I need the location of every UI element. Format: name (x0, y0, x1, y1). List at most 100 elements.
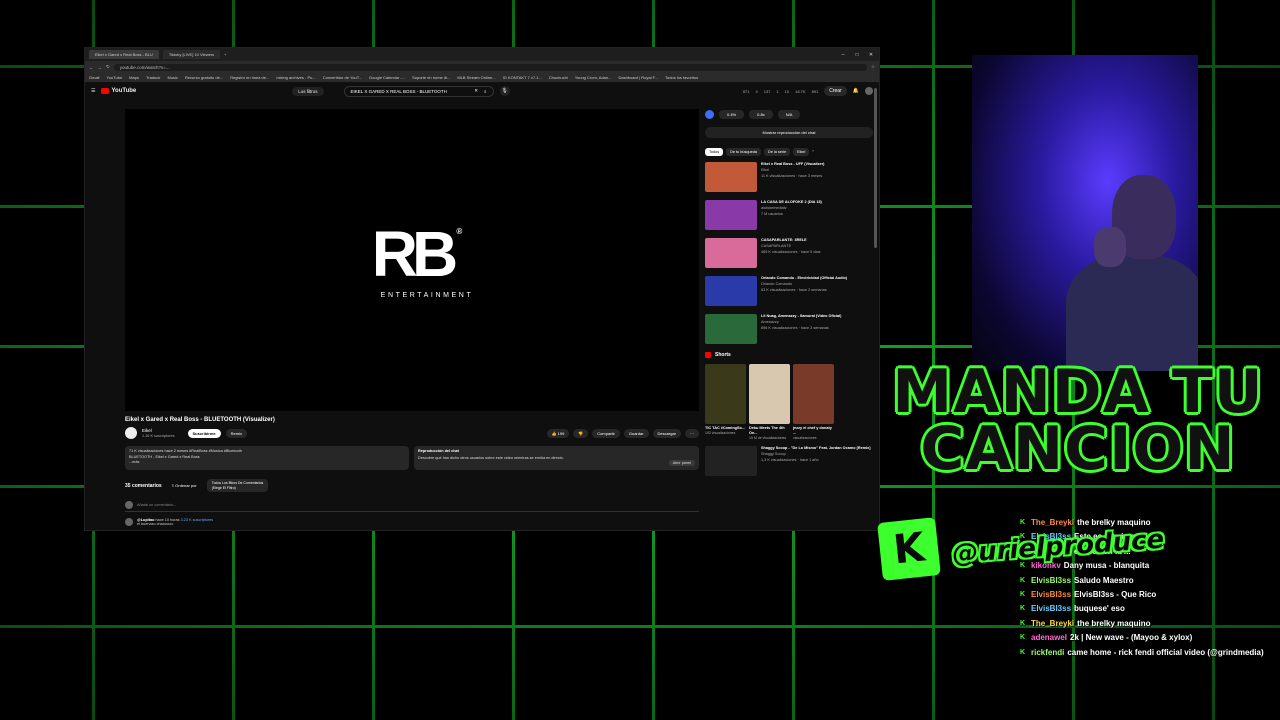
search-icon[interactable]: ⌕ (484, 89, 487, 94)
chat-username[interactable]: adenawel (1031, 633, 1067, 643)
forward-icon[interactable]: → (98, 65, 103, 70)
bookmark-item[interactable]: Music (167, 75, 177, 80)
video-thumbnail[interactable] (705, 276, 757, 306)
chat-text: buquese' eso (1074, 604, 1125, 614)
menu-icon[interactable]: ☰ (91, 88, 95, 94)
comment-input[interactable]: Añade un comentario... (137, 503, 176, 507)
bookmark-item[interactable]: Soporte en home di... (412, 75, 450, 80)
dislike-button[interactable]: 👎 (573, 428, 589, 438)
like-button[interactable]: 👍 199 (546, 428, 570, 438)
clear-search-icon[interactable]: ✕ (474, 88, 478, 94)
short-item[interactable]: jezzy el chef y donaty ... visualizacione… (793, 364, 834, 440)
chat-username[interactable]: ElvisBl3ss (1031, 604, 1071, 614)
chip-channel[interactable]: Eikel (793, 148, 810, 156)
bookmark-item[interactable]: Gmail (89, 75, 99, 80)
account-avatar[interactable] (865, 87, 873, 95)
close-icon[interactable]: ✕ (867, 51, 875, 59)
rec-title[interactable]: Shaggy Scoop - "De Lo Mismo" Feat. Jorda… (761, 446, 871, 451)
video-thumbnail[interactable] (705, 314, 757, 344)
bookmark-item[interactable]: YouTube (106, 75, 122, 80)
channel-avatar[interactable] (125, 427, 137, 439)
chip-series[interactable]: De la serie (763, 148, 791, 156)
rec-title[interactable]: Orlando Comando - Electricidad (Official… (761, 276, 847, 281)
bookmark-item[interactable]: Young Crom, Adan... (575, 75, 612, 80)
tab-tiktok[interactable]: Tiktoky [LIVE] 10 Viewers (162, 50, 221, 59)
bookmark-item[interactable]: Maps (129, 75, 139, 80)
bookmark-item[interactable]: mixing archives - Pu... (276, 75, 315, 80)
chat-username[interactable]: The_Breyki (1031, 619, 1074, 629)
rec-title[interactable]: Lil Nuag, Amenazzy - Samurai (Video Ofic… (761, 314, 841, 319)
remix-button[interactable]: Remix (225, 428, 247, 438)
chip-search[interactable]: De tu búsqueda (726, 148, 761, 156)
scrollbar[interactable] (874, 88, 877, 248)
recommendation-item[interactable]: LA CASA DE ALOFOKE 2 (DIA 15) alofokemedi… (705, 200, 873, 230)
rec-title[interactable]: CASAPARLANTE: 3RELE (761, 238, 821, 243)
chat-username[interactable]: ElvisBl3ss (1031, 590, 1071, 600)
commenter-avatar[interactable] (125, 518, 133, 526)
filters-chip[interactable]: Los filtros (292, 86, 324, 96)
comment-filter-select[interactable]: Todos Los filtros De Comentarios (Elegir… (206, 479, 269, 493)
chat-username[interactable]: ElvisBl3ss (1031, 576, 1071, 586)
create-button[interactable]: Crear (824, 86, 847, 96)
short-item[interactable]: Deku Meets The 4th On... 10 M de visualiz… (749, 364, 790, 440)
bookmark-item[interactable]: Dashboard | Royal F... (618, 75, 658, 80)
video-thumbnail[interactable] (705, 200, 757, 230)
channel-name[interactable]: Eikel (142, 428, 175, 433)
video-thumbnail[interactable] (705, 162, 757, 192)
rec-title[interactable]: Eikel x Real Boss - UFF (Visualizer) (761, 162, 824, 167)
short-item[interactable]: TIC TAC #ComingSo... 192 visualizaciones (705, 364, 746, 440)
rec-title[interactable]: LA CASA DE ALOFOKE 2 (DIA 15) (761, 200, 822, 205)
recommendation-item[interactable]: CASAPARLANTE: 3RELE CASAPARLANTE 465 K vis… (705, 238, 873, 268)
youtube-logo[interactable]: YouTube (101, 88, 136, 94)
maximize-icon[interactable]: □ (853, 51, 861, 59)
star-icon[interactable]: ☆ (871, 64, 875, 70)
open-panel-button[interactable]: Abrir panel (668, 460, 695, 466)
mic-icon[interactable]: 🎙 (499, 86, 510, 96)
tab-youtube[interactable]: Eikel x Gared x Real Boss - BLU (89, 50, 159, 59)
short-thumbnail[interactable] (749, 364, 790, 424)
chat-message: Krickfendi came home - rick fendi officia… (1020, 648, 1270, 658)
bookmark-item[interactable]: Convertidor de YouT... (323, 75, 362, 80)
chevron-right-icon[interactable]: › (812, 148, 813, 156)
more-icon[interactable]: ⋯ (685, 428, 699, 438)
chat-username[interactable]: The_Breyki (1031, 518, 1074, 528)
bookmark-item[interactable]: Todos los favoritos (665, 75, 698, 80)
bookmark-item[interactable]: IG KONTAKT 7 v7.1... (503, 75, 542, 80)
recommendation-item[interactable]: Lil Nuag, Amenazzy - Samurai (Video Ofic… (705, 314, 873, 344)
short-title[interactable]: jezzy el chef y donaty ... (793, 426, 834, 436)
search-input[interactable]: EIKEL X GARED X REAL BOSS - BLUETOOTH (351, 89, 475, 94)
short-thumbnail[interactable] (793, 364, 834, 424)
extension-icon[interactable] (705, 110, 714, 119)
reload-icon[interactable]: ↻ (106, 64, 110, 70)
bookmark-item[interactable]: Google Calendar -... (369, 75, 405, 80)
short-thumbnail[interactable] (705, 364, 746, 424)
download-button[interactable]: Descargar (652, 428, 681, 438)
share-button[interactable]: Compartir (592, 428, 620, 438)
search-box[interactable]: EIKEL X GARED X REAL BOSS - BLUETOOTH ✕ … (343, 85, 494, 97)
show-more-link[interactable]: ...más (129, 460, 405, 466)
recommendation-item[interactable]: Orlando Comando - Electricidad (Official… (705, 276, 873, 306)
back-icon[interactable]: ← (89, 65, 94, 70)
sort-button[interactable]: ≡ Ordenar por (172, 483, 197, 488)
chat-username[interactable]: rickfendi (1031, 648, 1064, 658)
url-field[interactable]: youtube.com/watch?v=... (113, 63, 867, 71)
save-button[interactable]: Guardar (623, 428, 649, 438)
recommendation-item[interactable]: Eikel x Real Boss - UFF (Visualizer) Eike… (705, 162, 873, 192)
bookmark-item[interactable]: Traducir (146, 75, 161, 80)
bookmark-item[interactable]: Recurso gratuito de... (185, 75, 223, 80)
bookmark-item[interactable]: MLB Stream Online... (457, 75, 495, 80)
show-chat-replay-button[interactable]: Mostrar reproducción del chat (705, 127, 873, 138)
minimize-icon[interactable]: – (839, 51, 847, 59)
short-title[interactable]: Deku Meets The 4th On... (749, 426, 790, 436)
video-thumbnail[interactable] (705, 445, 757, 476)
bookmark-item[interactable]: Chuchuchi (549, 75, 568, 80)
bookmark-item[interactable]: Registro en línea de... (230, 75, 269, 80)
video-player[interactable]: RB ® ENTERTAINMENT (125, 109, 699, 411)
new-tab-icon[interactable]: + (224, 52, 226, 57)
subscribe-button[interactable]: Suscribirme (187, 428, 221, 438)
chip-all[interactable]: Todos (705, 148, 724, 156)
video-thumbnail[interactable] (705, 238, 757, 268)
recommendation-item[interactable]: Shaggy Scoop - "De Lo Mismo" Feat. Jorda… (705, 445, 873, 476)
notifications-icon[interactable]: 🔔 (853, 88, 859, 94)
description-box[interactable]: 71 K visualizaciones hace 2 meses #RealB… (125, 446, 409, 470)
